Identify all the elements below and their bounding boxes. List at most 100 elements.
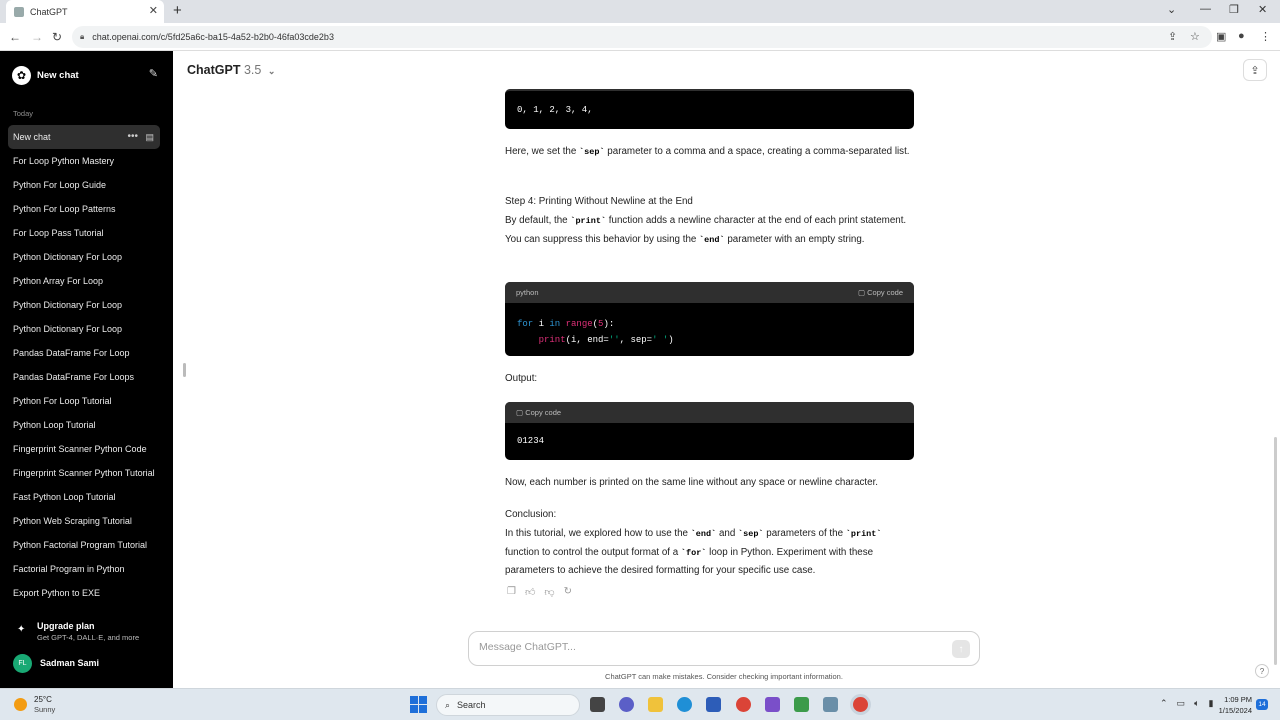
close-window-icon[interactable]: ✕ xyxy=(1258,3,1267,16)
copy-code-button[interactable]: ▢ Copy code xyxy=(516,408,561,417)
message-input[interactable] xyxy=(479,641,919,653)
profile-icon[interactable]: ● xyxy=(1238,30,1245,42)
windows-start-icon[interactable] xyxy=(410,696,427,713)
chat-item[interactable]: Pandas DataFrame For Loop xyxy=(8,341,160,365)
thumbs-up-icon[interactable]: 👍︎ xyxy=(525,586,535,598)
chat-item[interactable]: Python Dictionary For Loop xyxy=(8,293,160,317)
bookmark-star-icon[interactable]: ☆ xyxy=(1190,30,1200,43)
more-options-icon[interactable]: ••• xyxy=(127,125,138,149)
chat-item[interactable]: Factorial Program in Python xyxy=(8,557,160,581)
help-button[interactable]: ? xyxy=(1255,664,1269,678)
paragraph: Conclusion: In this tutorial, we explore… xyxy=(505,506,915,581)
chat-item[interactable]: Python For Loop Guide xyxy=(8,173,160,197)
chat-item[interactable]: Fast Python Loop Tutorial xyxy=(8,485,160,509)
text: and xyxy=(716,527,739,539)
teams-icon[interactable] xyxy=(619,697,634,712)
chat-item-label: Python For Loop Guide xyxy=(13,180,107,190)
upgrade-subtitle: Get GPT-4, DALL·E, and more xyxy=(37,633,140,642)
copy-icon[interactable]: ❐ xyxy=(507,586,516,598)
paragraph: Now, each number is printed on the same … xyxy=(505,477,879,488)
upgrade-title: Upgrade plan xyxy=(37,621,95,631)
minimize-icon[interactable]: — xyxy=(1200,3,1211,15)
close-tab-icon[interactable]: ✕ xyxy=(149,4,158,17)
code-token: ): xyxy=(603,319,615,329)
chat-item[interactable]: Python For Loop Tutorial xyxy=(8,389,160,413)
app-icon[interactable] xyxy=(823,697,838,712)
taskbar-search[interactable]: ⌕ Search xyxy=(436,694,580,716)
chat-item[interactable]: Pandas DataFrame For Loops xyxy=(8,365,160,389)
forward-icon[interactable]: → xyxy=(31,30,43,44)
model-name: ChatGPT xyxy=(187,63,241,77)
chat-item-label: Fingerprint Scanner Python Code xyxy=(13,444,147,454)
chat-item[interactable]: For Loop Python Mastery xyxy=(8,149,160,173)
compose-icon[interactable]: ✎ xyxy=(149,67,158,80)
chat-item-label: Pandas DataFrame For Loop xyxy=(13,348,130,358)
reload-icon[interactable]: ↻ xyxy=(52,30,62,44)
chevron-up-icon[interactable]: ⌃ xyxy=(1160,698,1168,709)
chat-item[interactable]: Python For Loop Patterns xyxy=(8,197,160,221)
sidebar-resize-handle[interactable] xyxy=(183,363,186,377)
chat-item-label: Python Web Scraping Tutorial xyxy=(13,516,132,526)
chat-item[interactable]: Python Dictionary For Loop xyxy=(8,245,160,269)
openai-logo-icon: ✿ xyxy=(12,65,31,85)
browser-tab[interactable]: ChatGPT ✕ xyxy=(6,0,164,23)
app-icon[interactable] xyxy=(794,697,809,712)
share-chat-button[interactable]: ⇪ xyxy=(1243,59,1267,81)
lock-icon[interactable]: 🔒︎ xyxy=(80,32,84,42)
notification-badge[interactable]: 14 xyxy=(1256,699,1268,710)
side-panel-icon[interactable]: ▣ xyxy=(1216,30,1226,43)
chat-item[interactable]: Python Array For Loop xyxy=(8,269,160,293)
chat-item[interactable]: For Loop Pass Tutorial xyxy=(8,221,160,245)
edge-icon[interactable] xyxy=(677,697,692,712)
browser-menu-icon[interactable]: ⋮ xyxy=(1260,30,1271,43)
new-chat-header[interactable]: ✿ New chat ✎ xyxy=(12,65,162,85)
copy-code-label: Copy code xyxy=(525,408,562,417)
store-icon[interactable] xyxy=(706,697,721,712)
address-bar[interactable]: 🔒︎ chat.openai.com/c/5fd25a6c-ba15-4a52-… xyxy=(72,26,1212,48)
search-label: Search xyxy=(457,700,486,710)
code-token: ' ' xyxy=(652,335,669,345)
chat-item[interactable]: Python Loop Tutorial xyxy=(8,413,160,437)
weather-widget[interactable]: 25°C Sunny xyxy=(14,695,55,714)
user-profile-button[interactable]: FL Sadman Sami xyxy=(13,653,163,673)
chat-item-label: Fast Python Loop Tutorial xyxy=(13,492,116,502)
chat-item[interactable]: Fingerprint Scanner Python Code xyxy=(8,437,160,461)
tab-search-icon[interactable]: ⌄ xyxy=(1167,3,1176,16)
app-icon[interactable] xyxy=(765,697,780,712)
archive-icon[interactable]: ▤ xyxy=(145,125,154,149)
clock[interactable]: 1:09 PM 1/15/2024 xyxy=(1212,694,1252,716)
conclusion-heading: Conclusion: xyxy=(505,509,557,520)
chat-item-label: Factorial Program in Python xyxy=(13,564,125,574)
chat-item-label: Python Dictionary For Loop xyxy=(13,324,123,334)
share-page-icon[interactable]: ⇪ xyxy=(1168,30,1177,43)
chat-item[interactable]: Export Python to EXE xyxy=(8,581,160,605)
scrollbar[interactable] xyxy=(1274,437,1277,665)
new-tab-icon[interactable]: + xyxy=(173,2,182,19)
sun-icon xyxy=(14,698,27,711)
back-icon[interactable]: ← xyxy=(9,30,21,44)
copy-code-button[interactable]: ▢ Copy code xyxy=(858,288,903,297)
send-button[interactable]: ↑ xyxy=(952,640,970,658)
task-view-icon[interactable] xyxy=(590,697,605,712)
chat-item[interactable]: Python Web Scraping Tutorial xyxy=(8,509,160,533)
text: By default, the `print` function adds a … xyxy=(505,212,915,250)
model-selector[interactable]: ChatGPT 3.5 ⌄ xyxy=(187,63,275,77)
chat-item[interactable]: Fingerprint Scanner Python Tutorial xyxy=(8,461,160,485)
temperature: 25°C xyxy=(34,695,52,704)
date: 1/15/2024 xyxy=(1218,706,1252,715)
chat-item[interactable]: Python Factorial Program Tutorial xyxy=(8,533,160,557)
upgrade-plan-button[interactable]: ✦ Upgrade plan Get GPT-4, DALL·E, and mo… xyxy=(13,621,163,645)
chat-item[interactable]: New chat ••• ▤ xyxy=(8,125,160,149)
restore-icon[interactable]: ❐ xyxy=(1229,3,1239,16)
code-token: , sep= xyxy=(619,335,653,345)
file-explorer-icon[interactable] xyxy=(648,697,663,712)
thumbs-down-icon[interactable]: 👎︎ xyxy=(544,586,554,598)
text: Here, we set the xyxy=(505,146,580,157)
chrome-active-icon[interactable] xyxy=(853,697,868,712)
chrome-icon[interactable] xyxy=(736,697,751,712)
regenerate-icon[interactable]: ↻ xyxy=(564,586,572,598)
chat-item[interactable]: Python Dictionary For Loop xyxy=(8,317,160,341)
chat-item-label: Python Loop Tutorial xyxy=(13,420,96,430)
volume-icon[interactable]: 🔈︎ xyxy=(1194,698,1199,709)
network-icon[interactable]: ▭ xyxy=(1177,698,1186,709)
